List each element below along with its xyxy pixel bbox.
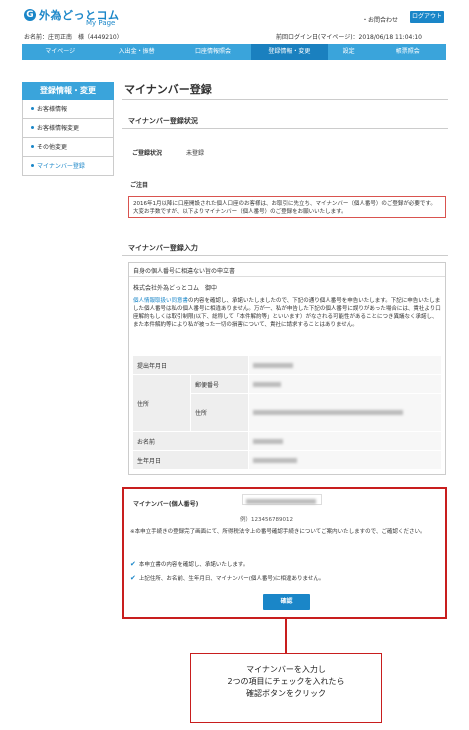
accuracy-checkbox-row[interactable]: ✔ 上記住所、お名前、生年月日、マイナンバー(個人番号)に相違ありません。 xyxy=(130,574,324,582)
callout-line xyxy=(285,619,287,653)
status-section-title: マイナンバー登録状況 xyxy=(128,117,198,125)
table-value xyxy=(248,374,442,394)
sidebar-item-mynumber[interactable]: マイナンバー登録 xyxy=(22,157,114,176)
table-value xyxy=(248,393,442,432)
table-row: 提出年月日 xyxy=(132,355,442,375)
info-table: 提出年月日 住所 郵便番号 住所 お名前 生年月日 xyxy=(132,355,442,470)
consent-checkbox-label: 本申立書の内容を確認し、承諾いたします。 xyxy=(138,562,249,568)
last-login: 前回ログイン日(マイページ)：2018/06/18 11:04:10 xyxy=(276,34,422,41)
table-value xyxy=(248,450,442,470)
bullet-icon xyxy=(31,126,34,129)
header: G 外為どっとコム My Page ・お問合わせ ログアウト お名前：庄司正南 … xyxy=(0,0,469,44)
table-value xyxy=(248,431,442,451)
nav-mypage[interactable]: マイページ xyxy=(22,44,98,60)
attention-box: 2016年1月以降に口座開設された個人口座のお客様は、お取引に先立ち、マイナンバ… xyxy=(128,196,446,218)
nav-settings[interactable]: 設定 xyxy=(328,44,370,60)
mynumber-input[interactable] xyxy=(242,494,322,505)
masked-value xyxy=(253,381,281,387)
page-title: マイナンバー登録 xyxy=(124,83,212,96)
checkmark-icon[interactable]: ✔ xyxy=(130,574,136,582)
table-value xyxy=(248,355,442,375)
masked-value xyxy=(253,410,403,415)
table-row: お名前 xyxy=(132,431,442,451)
callout-line-2: 2つの項目にチェックを入れたら xyxy=(227,677,345,686)
section-divider xyxy=(122,128,448,129)
contact-link[interactable]: ・お問合わせ xyxy=(362,15,398,24)
table-row: 住所 郵便番号 xyxy=(132,374,442,432)
masked-value xyxy=(253,362,293,368)
logo-sub: My Page xyxy=(86,19,116,27)
table-label: 提出年月日 xyxy=(132,355,249,375)
bullet-icon xyxy=(31,145,34,148)
consent-checkbox-row[interactable]: ✔ 本申立書の内容を確認し、承諾いたします。 xyxy=(130,560,248,568)
confirm-button[interactable]: 確認 xyxy=(263,594,310,610)
table-label: 郵便番号 xyxy=(190,374,249,394)
status-value: 未登録 xyxy=(186,150,205,157)
bullet-icon xyxy=(31,107,34,110)
nav-registration[interactable]: 登録情報・変更 xyxy=(251,44,328,60)
sidebar-item-customer-info-change[interactable]: お客様情報変更 xyxy=(22,119,114,138)
attention-title: ご注目 xyxy=(130,182,149,189)
masked-value xyxy=(246,499,316,504)
title-divider xyxy=(122,99,448,100)
nav-deposit[interactable]: 入出金・振替 xyxy=(98,44,174,60)
nav-reports[interactable]: 帳票照会 xyxy=(370,44,446,60)
sidebar-item-customer-info[interactable]: お客様情報 xyxy=(22,100,114,119)
callout-line-1: マイナンバーを入力し xyxy=(246,665,326,674)
user-name: お名前：庄司正南 様（4449210） xyxy=(24,34,123,41)
mynumber-input-area: マイナンバー(個人番号) 例）123456789012 ※本申立手続きの登録完了… xyxy=(122,487,447,619)
sidebar-title: 登録情報・変更 xyxy=(22,82,114,100)
checkmark-icon[interactable]: ✔ xyxy=(130,560,136,568)
table-label: 住所 xyxy=(190,393,249,432)
consent-link[interactable]: 個人情報取扱い同意書 xyxy=(133,298,188,304)
status-label: ご登録状況 xyxy=(132,150,163,157)
bullet-icon xyxy=(31,164,34,167)
mynumber-label: マイナンバー(個人番号) xyxy=(133,501,199,508)
section-divider xyxy=(122,255,448,256)
masked-value xyxy=(253,457,297,463)
nav-account-info[interactable]: 口座情報照会 xyxy=(175,44,251,60)
logout-button[interactable]: ログアウト xyxy=(410,11,444,23)
application-form: 自身の個人番号に相違ない旨の申立書 株式会社外為どっとコム 御中 個人情報取扱い… xyxy=(128,262,446,475)
callout-annotation: マイナンバーを入力し 2つの項目にチェックを入れたら 確認ボタンをクリック xyxy=(190,653,382,723)
sidebar: 登録情報・変更 お客様情報 お客様情報変更 その他変更 マイナンバー登録 xyxy=(22,82,114,176)
masked-value xyxy=(253,438,283,444)
mynumber-note: ※本申立手続きの登録完了画面にて、所得税法令上の番号確認手続きについてご案内いた… xyxy=(130,529,426,535)
apply-to: 株式会社外為どっとコム 御中 xyxy=(133,285,218,292)
table-label: 生年月日 xyxy=(132,450,249,470)
input-section-title: マイナンバー登録入力 xyxy=(128,244,198,252)
table-row: 生年月日 xyxy=(132,450,442,470)
logo-icon: G xyxy=(24,9,36,21)
callout-line-3: 確認ボタンをクリック xyxy=(246,689,326,698)
mynumber-example: 例）123456789012 xyxy=(240,517,293,523)
main-nav: マイページ 入出金・振替 口座情報照会 登録情報・変更 設定 帳票照会 xyxy=(22,44,446,60)
table-label: お名前 xyxy=(132,431,249,451)
apply-header: 自身の個人番号に相違ない旨の申立書 xyxy=(129,263,445,277)
accuracy-checkbox-label: 上記住所、お名前、生年月日、マイナンバー(個人番号)に相違ありません。 xyxy=(138,576,325,582)
sidebar-item-other-change[interactable]: その他変更 xyxy=(22,138,114,157)
table-label: 住所 xyxy=(132,374,191,432)
apply-text: 個人情報取扱い同意書の内容を確認し、承諾いたしましたので、下記の通り個人番号を申… xyxy=(133,298,441,328)
